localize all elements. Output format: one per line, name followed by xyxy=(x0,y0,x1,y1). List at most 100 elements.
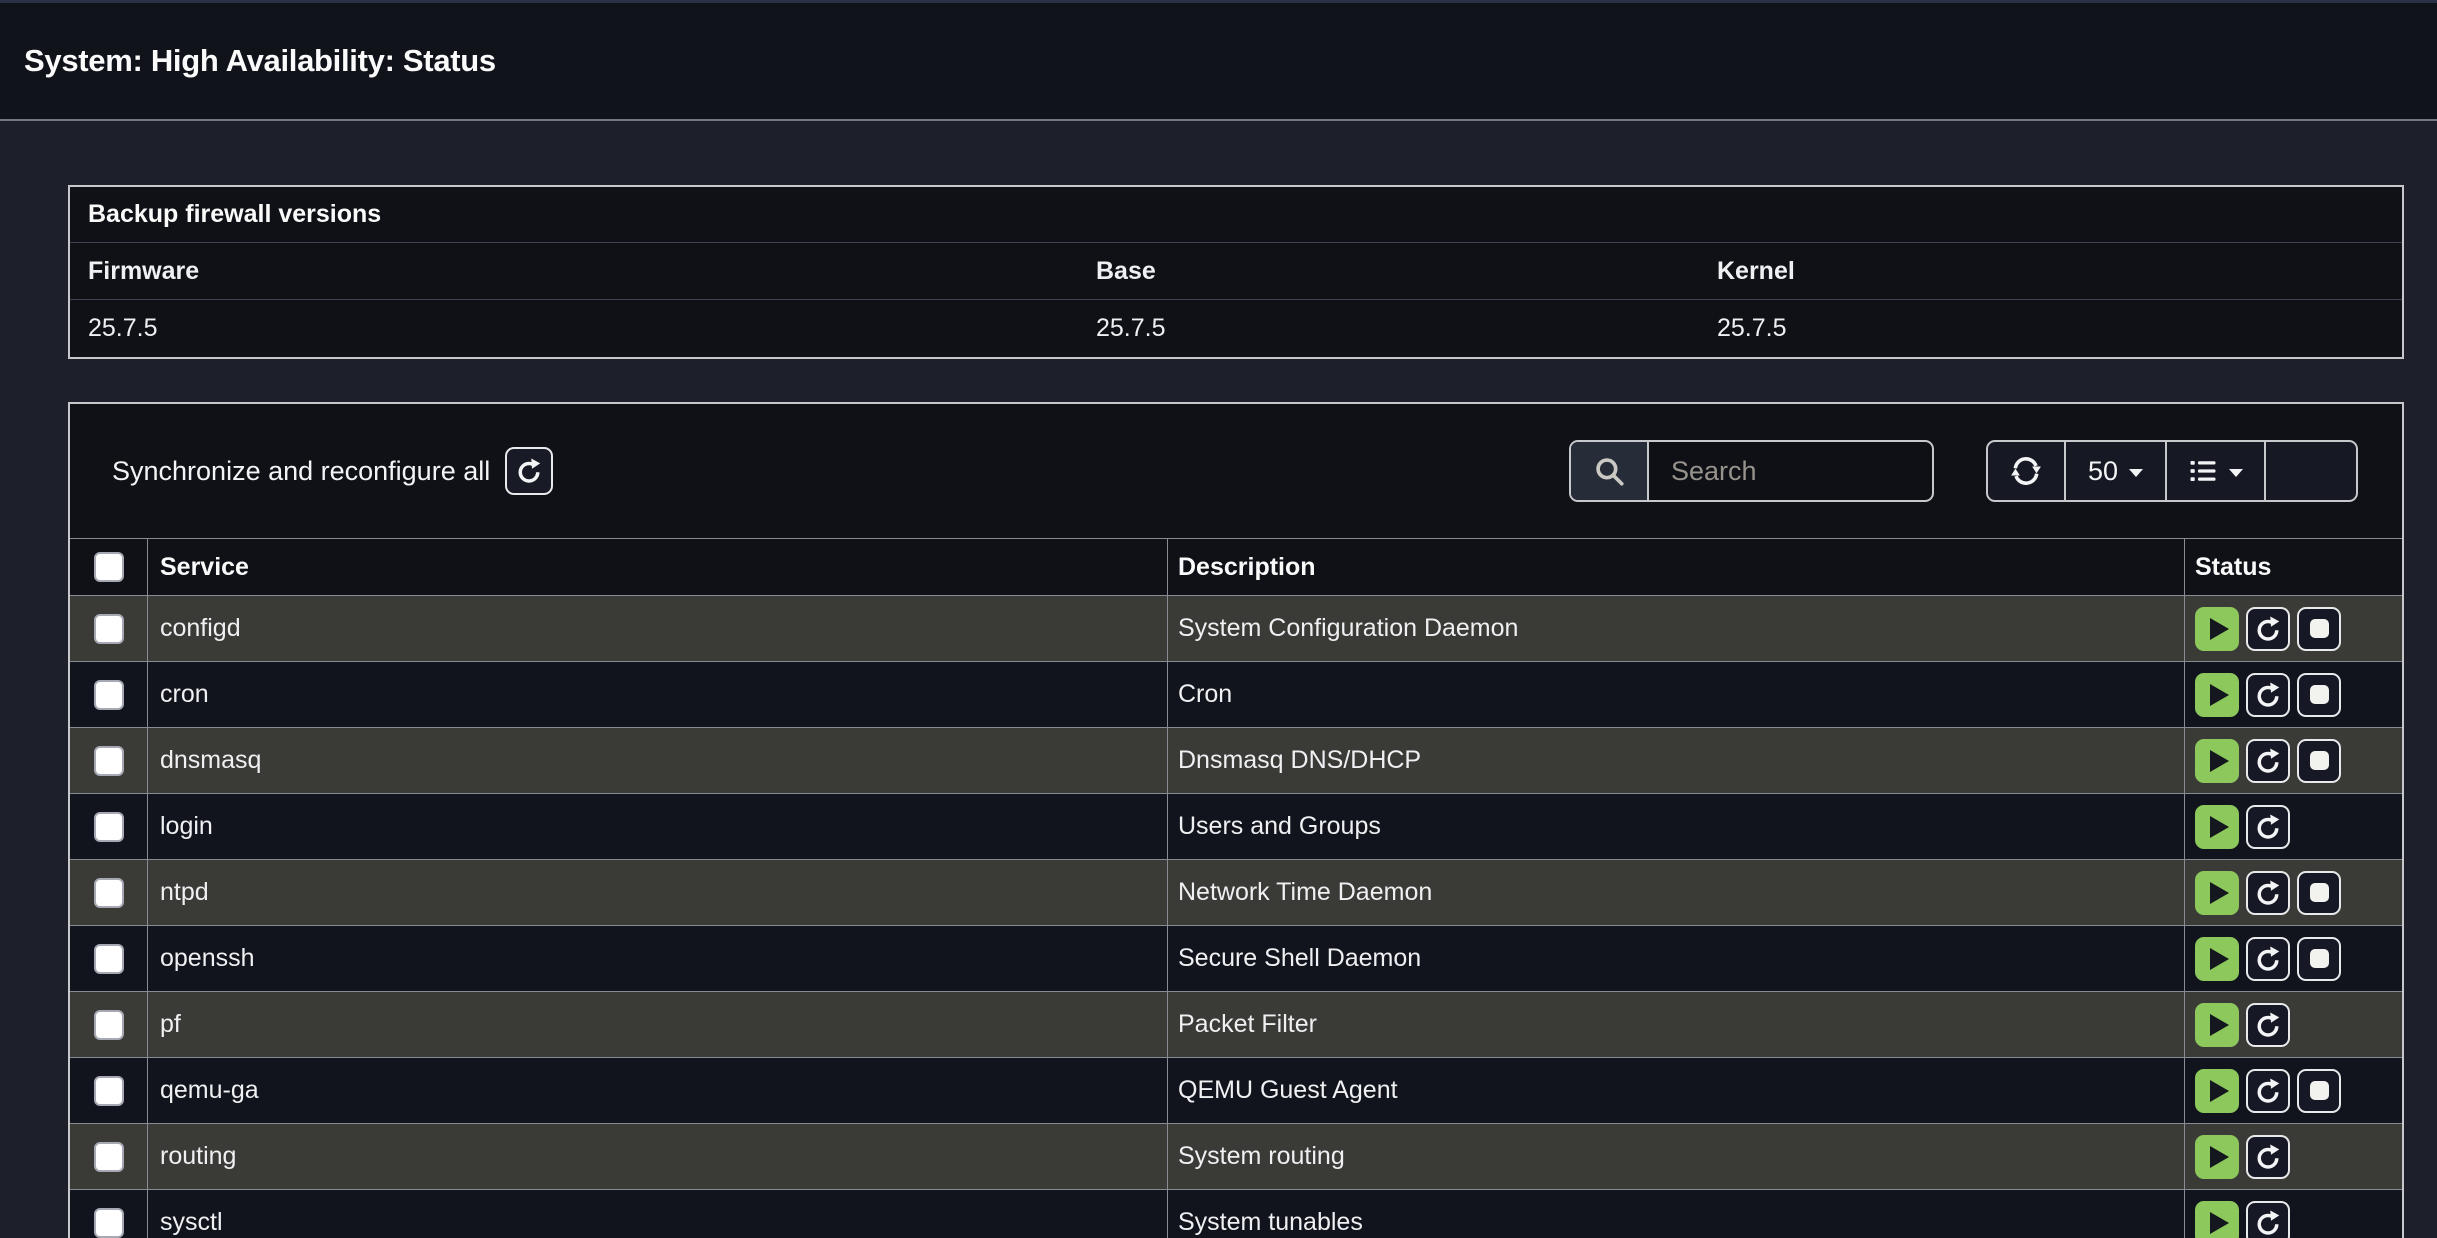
caret-down-icon xyxy=(2129,469,2143,477)
stop-service-button[interactable] xyxy=(2297,739,2341,783)
service-actions xyxy=(2185,794,2402,859)
stop-service-button[interactable] xyxy=(2297,871,2341,915)
row-checkbox[interactable] xyxy=(94,680,124,710)
service-name: login xyxy=(148,794,1168,859)
stop-service-button[interactable] xyxy=(2297,673,2341,717)
restart-service-button[interactable] xyxy=(2246,673,2290,717)
services-table: Service Description Status configd Syste… xyxy=(70,538,2402,1238)
stop-icon xyxy=(2310,685,2329,704)
play-icon xyxy=(2210,1146,2229,1168)
service-actions xyxy=(2185,926,2402,991)
service-name: pf xyxy=(148,992,1168,1057)
restart-service-button[interactable] xyxy=(2246,1201,2290,1238)
stop-icon xyxy=(2310,751,2329,770)
restart-service-button[interactable] xyxy=(2246,805,2290,849)
services-toolbar: Synchronize and reconfigure all xyxy=(70,404,2402,538)
service-name: cron xyxy=(148,662,1168,727)
row-checkbox[interactable] xyxy=(94,1208,124,1238)
column-header-firmware: Firmware xyxy=(88,257,1096,286)
search-icon-segment xyxy=(1571,442,1649,500)
row-select-cell xyxy=(70,728,148,793)
service-description: System routing xyxy=(1168,1124,2185,1189)
stop-service-button[interactable] xyxy=(2297,937,2341,981)
sync-all-button[interactable] xyxy=(505,447,553,495)
row-checkbox[interactable] xyxy=(94,878,124,908)
restart-service-button[interactable] xyxy=(2246,739,2290,783)
start-service-button[interactable] xyxy=(2195,673,2239,717)
service-description: Packet Filter xyxy=(1168,992,2185,1057)
redo-icon xyxy=(2253,1142,2283,1172)
column-header-service[interactable]: Service xyxy=(148,539,1168,595)
redo-icon xyxy=(514,456,544,486)
restart-service-button[interactable] xyxy=(2246,871,2290,915)
arrows-rotate-icon xyxy=(2010,455,2042,487)
row-checkbox[interactable] xyxy=(94,944,124,974)
start-service-button[interactable] xyxy=(2195,805,2239,849)
row-checkbox[interactable] xyxy=(94,1076,124,1106)
table-row: login Users and Groups xyxy=(70,794,2402,860)
service-name: ntpd xyxy=(148,860,1168,925)
service-description: System tunables xyxy=(1168,1190,2185,1238)
service-actions xyxy=(2185,728,2402,793)
stop-service-button[interactable] xyxy=(2297,1069,2341,1113)
row-select-cell xyxy=(70,1124,148,1189)
page-size-dropdown[interactable]: 50 xyxy=(2066,442,2167,500)
row-checkbox[interactable] xyxy=(94,1010,124,1040)
service-description: Users and Groups xyxy=(1168,794,2185,859)
restart-service-button[interactable] xyxy=(2246,607,2290,651)
service-description: System Configuration Daemon xyxy=(1168,596,2185,661)
play-icon xyxy=(2210,684,2229,706)
stop-icon xyxy=(2310,1081,2329,1100)
refresh-grid-button[interactable] xyxy=(1988,442,2066,500)
stop-service-button[interactable] xyxy=(2297,607,2341,651)
row-checkbox[interactable] xyxy=(94,812,124,842)
redo-icon xyxy=(2253,1010,2283,1040)
service-description: Cron xyxy=(1168,662,2185,727)
service-actions xyxy=(2185,1058,2402,1123)
restart-service-button[interactable] xyxy=(2246,1135,2290,1179)
table-row: openssh Secure Shell Daemon xyxy=(70,926,2402,992)
start-service-button[interactable] xyxy=(2195,1069,2239,1113)
grid-button-group: 50 xyxy=(1986,440,2358,502)
start-service-button[interactable] xyxy=(2195,739,2239,783)
start-service-button[interactable] xyxy=(2195,1201,2239,1238)
stop-icon xyxy=(2310,883,2329,902)
service-actions xyxy=(2185,1124,2402,1189)
row-checkbox[interactable] xyxy=(94,1142,124,1172)
start-service-button[interactable] xyxy=(2195,1135,2239,1179)
redo-icon xyxy=(2253,1076,2283,1106)
restart-service-button[interactable] xyxy=(2246,1069,2290,1113)
play-icon xyxy=(2210,948,2229,970)
kernel-version: 25.7.5 xyxy=(1717,314,2402,343)
column-header-kernel: Kernel xyxy=(1717,257,2402,286)
service-name: openssh xyxy=(148,926,1168,991)
restart-service-button[interactable] xyxy=(2246,937,2290,981)
page-title: System: High Availability: Status xyxy=(24,43,496,79)
redo-icon xyxy=(2253,944,2283,974)
row-checkbox[interactable] xyxy=(94,614,124,644)
grid-controls: 50 xyxy=(1569,440,2358,502)
search-box xyxy=(1569,440,1934,502)
service-actions xyxy=(2185,662,2402,727)
row-checkbox[interactable] xyxy=(94,746,124,776)
select-all-checkbox[interactable] xyxy=(94,552,124,582)
start-service-button[interactable] xyxy=(2195,607,2239,651)
start-service-button[interactable] xyxy=(2195,871,2239,915)
table-row: qemu-ga QEMU Guest Agent xyxy=(70,1058,2402,1124)
row-select-cell xyxy=(70,662,148,727)
service-actions xyxy=(2185,860,2402,925)
search-input[interactable] xyxy=(1649,442,1932,500)
redo-icon xyxy=(2253,746,2283,776)
start-service-button[interactable] xyxy=(2195,1003,2239,1047)
firmware-version: 25.7.5 xyxy=(88,314,1096,343)
start-service-button[interactable] xyxy=(2195,937,2239,981)
row-select-cell xyxy=(70,1058,148,1123)
column-header-description[interactable]: Description xyxy=(1168,539,2185,595)
restart-service-button[interactable] xyxy=(2246,1003,2290,1047)
list-icon xyxy=(2188,456,2218,486)
service-name: qemu-ga xyxy=(148,1058,1168,1123)
play-icon xyxy=(2210,618,2229,640)
play-icon xyxy=(2210,750,2229,772)
play-icon xyxy=(2210,1080,2229,1102)
column-selector-dropdown[interactable] xyxy=(2167,442,2266,500)
